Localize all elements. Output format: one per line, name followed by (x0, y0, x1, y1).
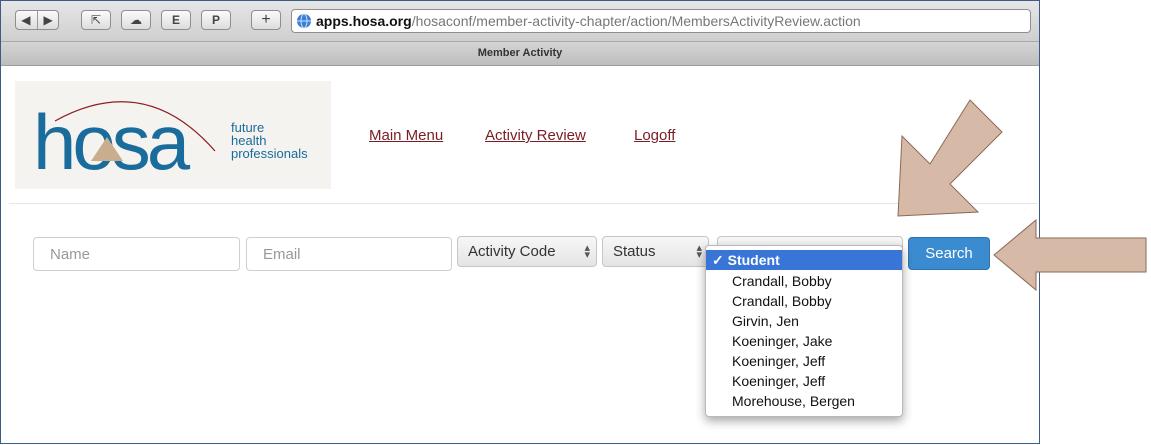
search-button[interactable]: Search (908, 237, 990, 270)
page-title-bar: Member Activity (1, 42, 1039, 66)
url-host: apps.hosa.org (316, 13, 412, 29)
pinterest-icon: P (211, 13, 220, 27)
dropdown-item[interactable]: Crandall, Bobby (706, 271, 902, 291)
back-icon[interactable]: ◀ (21, 13, 30, 27)
dropdown-item-selected[interactable]: ✓ Student (706, 250, 902, 270)
evernote-icon: E (171, 13, 180, 27)
dropdown-item[interactable]: Koeninger, Jake (706, 331, 902, 351)
share-icon: ⇱ (90, 13, 102, 27)
share-button[interactable]: ⇱ (81, 10, 111, 30)
svg-text:hosa: hosa (33, 98, 191, 186)
select-arrows-icon: ▴ ▾ (584, 242, 590, 261)
nav-main-menu[interactable]: Main Menu (369, 127, 443, 144)
activity-code-select[interactable]: Activity Code ▴ ▾ (457, 236, 597, 267)
url-path: /hosaconf/member-activity-chapter/action… (411, 13, 861, 29)
status-select[interactable]: Status ▴ ▾ (602, 236, 709, 267)
new-tab-button[interactable]: + (251, 10, 281, 30)
dropdown-item[interactable]: Morehouse, Bergen (706, 391, 902, 411)
pinterest-button[interactable]: P (201, 10, 231, 30)
email-placeholder: Email (263, 245, 301, 263)
icloud-button[interactable]: ☁ (121, 10, 151, 30)
nav-activity-review[interactable]: Activity Review (485, 127, 586, 144)
forward-icon[interactable]: ▶ (44, 13, 53, 27)
dropdown-item-label: Student (727, 252, 780, 268)
name-input[interactable]: Name (33, 237, 240, 271)
name-placeholder: Name (50, 245, 91, 263)
browser-window: ◀ ▶ ⇱ ☁ E P + apps.hosa.org/hosaconf/mem… (0, 0, 1040, 444)
dropdown-item[interactable]: Koeninger, Jeff (706, 351, 902, 371)
cloud-icon: ☁ (130, 13, 142, 27)
checkmark-icon: ✓ (712, 252, 724, 268)
select-arrows-icon: ▴ ▾ (696, 242, 702, 261)
globe-icon (297, 13, 311, 29)
hosa-logo: hosa future health professionals (15, 81, 331, 189)
nav-logoff[interactable]: Logoff (634, 127, 675, 144)
plus-icon: + (261, 11, 271, 28)
dropdown-item[interactable]: Girvin, Jen (706, 311, 902, 331)
evernote-button[interactable]: E (161, 10, 191, 30)
status-label: Status (613, 243, 656, 260)
member-dropdown-list: ✓ Student Crandall, Bobby Crandall, Bobb… (705, 245, 903, 417)
browser-toolbar: ◀ ▶ ⇱ ☁ E P + apps.hosa.org/hosaconf/mem… (1, 1, 1039, 42)
activity-code-label: Activity Code (468, 243, 556, 260)
dropdown-item[interactable]: Koeninger, Jeff (706, 371, 902, 391)
back-forward-buttons[interactable]: ◀ ▶ (15, 10, 59, 30)
divider (9, 203, 1037, 204)
address-bar[interactable]: apps.hosa.org/hosaconf/member-activity-c… (291, 9, 1031, 33)
dropdown-item[interactable]: Crandall, Bobby (706, 291, 902, 311)
email-input[interactable]: Email (246, 237, 452, 271)
logo-tagline-professionals: professionals (231, 146, 308, 161)
